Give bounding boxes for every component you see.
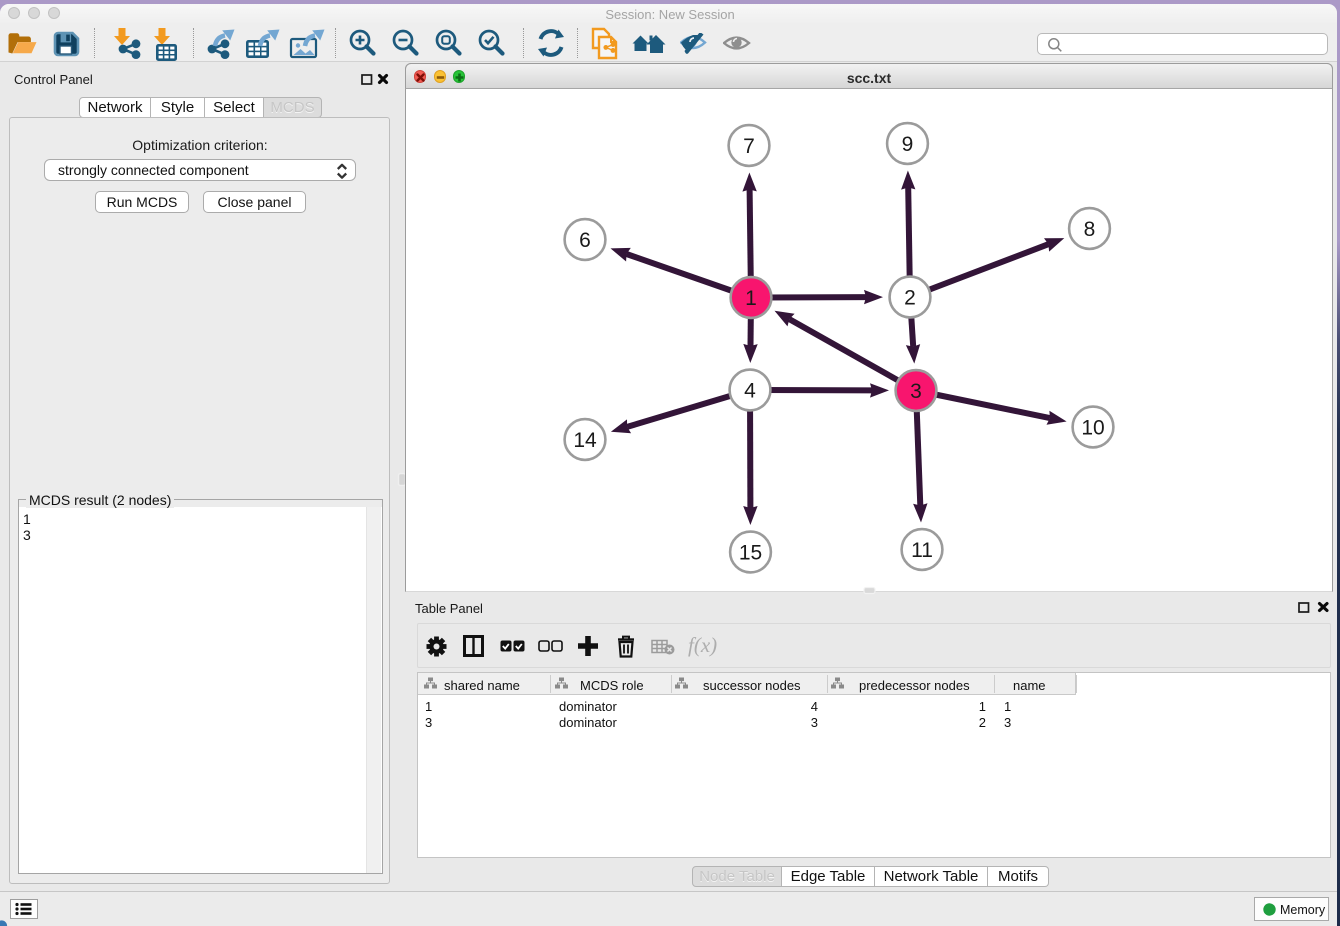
svg-text:2: 2 xyxy=(904,287,916,310)
svg-text:3: 3 xyxy=(910,380,922,403)
svg-text:9: 9 xyxy=(902,133,914,156)
svg-text:10: 10 xyxy=(1081,417,1104,440)
svg-text:1: 1 xyxy=(745,287,757,310)
svg-text:8: 8 xyxy=(1084,218,1096,241)
svg-text:7: 7 xyxy=(743,135,755,158)
svg-text:4: 4 xyxy=(744,380,756,403)
svg-text:11: 11 xyxy=(911,539,933,562)
svg-text:14: 14 xyxy=(573,429,597,452)
svg-text:15: 15 xyxy=(739,542,762,565)
svg-text:6: 6 xyxy=(579,229,591,252)
